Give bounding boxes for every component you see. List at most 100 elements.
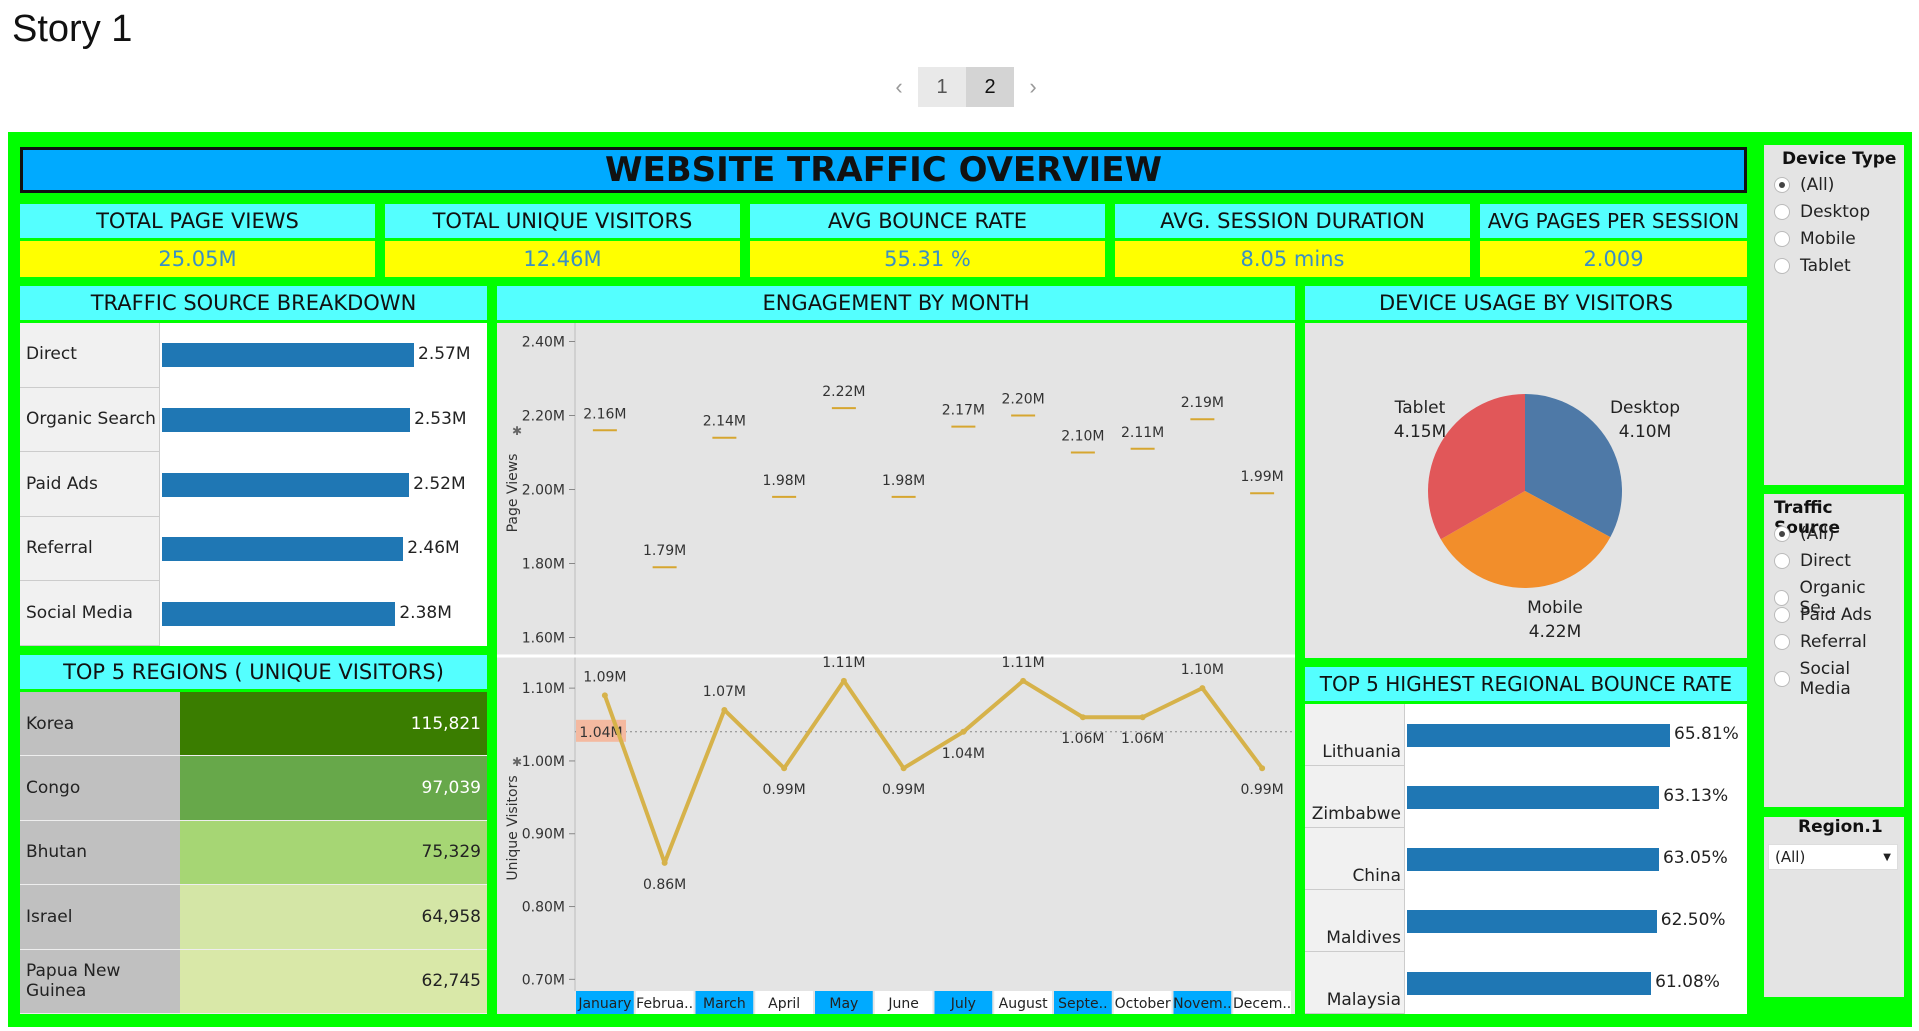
filter-radio-option[interactable]: (All) — [1774, 175, 1834, 195]
engagement-chart: 2.40M 2.20M 2.00M 1.80M 1.60M Page Views ✱ 2.16… — [497, 323, 1295, 1014]
top-regions-title: TOP 5 REGIONS ( UNIQUE VISITORS) — [20, 655, 487, 689]
unique-visitors-data-label: 1.11M — [822, 655, 865, 671]
bounce-rate-label: Maldives — [1326, 928, 1401, 948]
region-value-cell[interactable]: 75,329 — [180, 820, 487, 886]
radio-button-icon[interactable] — [1774, 204, 1790, 220]
chevron-left-icon[interactable]: ‹ — [880, 67, 918, 107]
unique-visitors-data-label: 1.09M — [583, 669, 626, 685]
bounce-rate-value: 65.81% — [1674, 724, 1739, 744]
chevron-down-icon: ▼ — [1883, 851, 1891, 863]
page-views-data-label: 2.11M — [1121, 425, 1164, 441]
region-value-cell[interactable]: 115,821 — [180, 692, 487, 757]
story-page-2-button[interactable]: 2 — [966, 67, 1014, 107]
pie-slice-name: Tablet — [1394, 398, 1446, 418]
traffic-source-label: Organic Search — [26, 408, 156, 429]
unique-visitors-point[interactable] — [661, 859, 668, 866]
unique-visitors-point[interactable] — [840, 677, 847, 684]
radio-button-icon[interactable] — [1774, 231, 1790, 247]
story-pager: ‹ 1 2 › — [880, 67, 1052, 107]
traffic-source-bar[interactable] — [162, 343, 414, 368]
filter-radio-option[interactable]: (All) — [1774, 524, 1834, 544]
unique-visitors-data-label: 1.10M — [1181, 662, 1224, 678]
pie-slice-value: 4.10M — [1619, 422, 1672, 442]
region-dropdown[interactable]: (All) ▼ — [1768, 844, 1898, 870]
month-axis-label: January — [577, 996, 631, 1012]
filter-option-label: Direct — [1800, 551, 1851, 571]
bounce-rate-bar[interactable] — [1407, 786, 1660, 809]
region-value-cell[interactable]: 64,958 — [180, 885, 487, 950]
kpi-value-bounce-rate: 55.31 % — [750, 241, 1105, 277]
kpi-label-bounce-rate: AVG BOUNCE RATE — [750, 204, 1105, 238]
filter-radio-option[interactable]: Desktop — [1774, 202, 1870, 222]
unique-visitors-point[interactable] — [721, 706, 728, 713]
radio-button-icon[interactable] — [1774, 258, 1790, 274]
filter-radio-option[interactable]: Direct — [1774, 551, 1851, 571]
unique-visitors-point[interactable] — [900, 765, 907, 772]
radio-button-icon[interactable] — [1774, 634, 1790, 650]
filter-radio-option[interactable]: Tablet — [1774, 256, 1851, 276]
unique-visitors-point[interactable] — [1139, 714, 1146, 721]
chevron-right-icon[interactable]: › — [1014, 67, 1052, 107]
unique-visitors-point[interactable] — [1199, 685, 1206, 692]
pin-icon: ✱ — [512, 424, 522, 438]
bounce-rate-label: Zimbabwe — [1311, 804, 1401, 824]
story-page-1-button[interactable]: 1 — [918, 67, 966, 107]
unique-visitors-point[interactable] — [601, 692, 608, 699]
unique-visitors-point[interactable] — [1259, 765, 1266, 772]
pie-slice-name: Mobile — [1527, 598, 1583, 618]
radio-button-icon[interactable] — [1774, 671, 1790, 687]
page-views-data-label: 1.98M — [762, 473, 805, 489]
unique-visitors-point[interactable] — [1020, 677, 1027, 684]
bounce-rate-bar[interactable] — [1407, 848, 1659, 871]
bounce-rate-bar[interactable] — [1407, 972, 1652, 995]
radio-button-icon[interactable] — [1774, 607, 1790, 623]
kpi-value-page-views: 25.05M — [20, 241, 375, 277]
filter-radio-option[interactable]: Mobile — [1774, 229, 1856, 249]
filter-option-label: Social Media — [1799, 659, 1851, 699]
filter-option-label: Tablet — [1800, 256, 1851, 276]
radio-button-icon[interactable] — [1774, 553, 1790, 569]
page-views-data-label: 2.19M — [1181, 395, 1224, 411]
bounce-rate-value: 61.08% — [1655, 972, 1720, 992]
region-label: Congo — [26, 778, 81, 799]
region-value-cell[interactable]: 97,039 — [180, 756, 487, 821]
traffic-source-bar[interactable] — [162, 472, 410, 497]
bounce-rate-label: Malaysia — [1326, 990, 1401, 1010]
unique-visitors-data-label: 1.11M — [1001, 655, 1044, 671]
page-views-tick: 2.00M — [522, 483, 565, 499]
month-axis-label: Septe.. — [1058, 996, 1107, 1012]
traffic-source-label: Paid Ads — [26, 473, 98, 494]
radio-button-icon[interactable] — [1774, 590, 1790, 606]
unique-visitors-point[interactable] — [781, 765, 788, 772]
unique-visitors-point[interactable] — [960, 728, 967, 735]
traffic-source-bar[interactable] — [162, 601, 396, 626]
month-axis-label: April — [768, 996, 800, 1012]
page-views-data-label: 2.17M — [942, 403, 985, 419]
engagement-chart-panel: 2.40M 2.20M 2.00M 1.80M 1.60M Page Views ✱ 2.16… — [497, 323, 1295, 1014]
unique-visitors-point[interactable] — [1079, 714, 1086, 721]
engagement-title: ENGAGEMENT BY MONTH — [497, 286, 1295, 320]
bounce-rate-bar[interactable] — [1407, 910, 1657, 933]
region-label-cell: Bhutan — [20, 820, 180, 886]
unique-visitors-data-label: 1.07M — [703, 684, 746, 700]
radio-button-icon[interactable] — [1774, 526, 1790, 542]
month-axis-label: July — [950, 996, 976, 1012]
kpi-label-pages-per-session: AVG PAGES PER SESSION — [1480, 204, 1747, 238]
bounce-rate-bar[interactable] — [1407, 724, 1670, 747]
region-label-cell: Korea — [20, 692, 180, 757]
region-value: 75,329 — [421, 842, 481, 863]
traffic-source-bar[interactable] — [162, 407, 411, 432]
region-value: 64,958 — [421, 906, 481, 927]
filter-radio-option[interactable]: Social Media — [1774, 659, 1904, 699]
filter-radio-option[interactable]: Referral — [1774, 632, 1867, 652]
traffic-source-title: TRAFFIC SOURCE BREAKDOWN — [20, 286, 487, 320]
radio-button-icon[interactable] — [1774, 177, 1790, 193]
traffic-source-bar[interactable] — [162, 537, 404, 562]
region-value: 115,821 — [410, 713, 481, 734]
unique-visitors-axis-label: Unique Visitors — [505, 775, 521, 880]
kpi-label-page-views: TOTAL PAGE VIEWS — [20, 204, 375, 238]
region-value-cell[interactable]: 62,745 — [180, 949, 487, 1014]
page-views-data-label: 1.79M — [643, 543, 686, 559]
filter-radio-option[interactable]: Paid Ads — [1774, 605, 1872, 625]
region-label-cell: Papua New Guinea — [20, 949, 180, 1014]
